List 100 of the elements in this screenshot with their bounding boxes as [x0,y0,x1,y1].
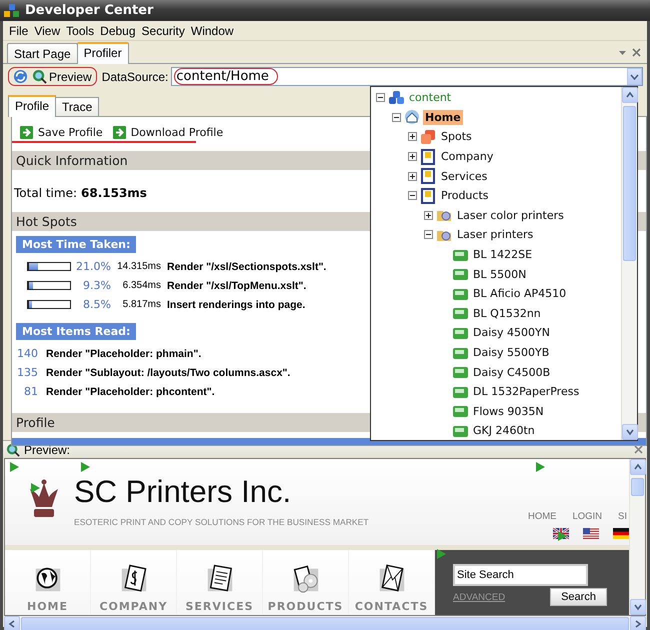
tab[interactable]: Profiler [76,42,129,64]
squares-icon [420,128,436,145]
globe-magnifier-icon [32,69,47,84]
expander-icon[interactable] [408,172,417,181]
globe-magnifier-icon [6,442,20,456]
scroll-up-button[interactable] [622,87,638,103]
scrollbar-thumb[interactable] [623,106,636,261]
marker-icon [81,462,90,472]
marker-icon [536,462,545,472]
company-name: SC Printers Inc. [74,475,292,509]
action-link[interactable]: Download Profile [112,126,224,139]
site-link[interactable]: HOME [528,511,556,522]
expander-icon[interactable] [424,230,433,240]
description-text: Render "Sublayout: /layouts/Two columns.ascx". [46,366,290,378]
tree-item[interactable]: Services [439,168,490,184]
percent-text: 8.5% [82,298,111,311]
marker-icon [31,483,40,493]
window-title: Developer Center [25,3,154,18]
scroll-down-button[interactable] [622,424,638,440]
house-icon [404,109,420,126]
page-icon [420,148,436,165]
time-text: 14.315ms [116,261,161,272]
tree-item[interactable]: Daisy 4500YN [471,325,552,340]
tree-item[interactable]: Products [439,188,490,204]
expander-icon[interactable] [408,191,417,200]
panel-title: Preview: [24,442,70,456]
dropdown-button[interactable] [627,68,642,85]
scrollbar[interactable] [629,459,645,615]
tree-item[interactable]: Daisy C4500B [471,364,552,380]
marker-icon [10,462,19,472]
total-time-value: 68.153ms [81,186,147,200]
description-text: Render "Placeholder: phmain". [46,348,202,360]
cubes-icon [4,4,20,18]
tree-item[interactable]: BL Q1532nn [471,306,543,321]
site-link[interactable]: SI [618,511,627,522]
tree-item[interactable]: Company [439,149,496,164]
cubes-icon [388,90,404,106]
search-field[interactable]: Site Search [453,564,588,586]
marker-icon [437,549,446,559]
menu-item[interactable]: Debug [97,24,139,38]
tab[interactable]: Profile [8,95,56,117]
tree-item[interactable]: BL 1422SE [471,247,534,262]
description-text: Render "/xsl/TopMenu.xslt". [167,280,306,292]
count-text: 135 [16,366,38,379]
expander-icon[interactable] [424,210,433,220]
search-button[interactable]: Search [550,588,607,606]
scrollbar[interactable] [621,87,637,440]
subsection-header: Most Time Taken: [16,236,136,253]
menu-item[interactable]: Security [138,24,188,38]
scroll-right-button[interactable] [630,616,646,630]
tree-item[interactable]: BL 5500N [471,266,528,282]
tab[interactable]: Trace [55,97,100,116]
page-icon [420,188,436,204]
tree-item[interactable]: Home [423,110,463,125]
tree-item[interactable]: Daisy 5500YB [471,345,552,360]
menu-item[interactable]: Window [188,24,237,38]
count-text: 81 [23,385,38,398]
page-icon [420,168,436,184]
tagline: ESOTERIC PRINT AND COPY SOLUTIONS FOR THE BUSINESS MARKET [74,517,369,527]
flag-icon[interactable] [583,528,599,539]
percent-text: 21.0% [75,260,111,273]
menu-item[interactable]: File [6,24,32,38]
refresh-icon [13,69,28,84]
total-time-label: Total time: [14,186,77,200]
action-link[interactable]: Save Profile [20,126,103,139]
expander-icon[interactable] [408,132,417,142]
scrollbar-thumb[interactable] [631,478,644,496]
scroll-left-button[interactable] [4,616,20,630]
tree-item[interactable]: BL Aficio AP4510 [471,286,568,302]
percent-text: 9.3% [82,279,111,292]
expander-icon[interactable] [376,93,385,102]
count-text: 140 [16,347,38,360]
scroll-up-button[interactable] [630,459,646,475]
tree-item[interactable]: Spots [439,129,474,144]
expander-icon[interactable] [392,112,401,122]
flag-icon[interactable] [613,528,629,539]
datasource-label: DataSource: [102,70,168,84]
time-text: 5.817ms [122,299,161,310]
tree-item[interactable]: content [407,90,454,106]
menu-item[interactable]: View [31,24,64,38]
marker-icon [558,531,567,541]
subsection-header: Most Items Read: [16,323,136,340]
close-icon[interactable] [634,445,643,454]
site-link[interactable]: LOGIN [572,511,602,522]
tab[interactable]: Start Page [7,43,78,63]
caret-icon [630,74,639,80]
menu-item[interactable]: Tools [63,24,98,38]
description-text: Render "/xsl/Sectionspots.xslt". [167,260,326,272]
description-text: Render "Placeholder: phcontent". [46,386,215,398]
refresh-button[interactable] [12,69,29,84]
expander-icon[interactable] [408,152,417,162]
arrow-square-icon [20,126,33,139]
crown-logo-icon [27,479,61,519]
scroll-down-button[interactable] [630,599,646,615]
arrow-square-icon [112,126,126,139]
datasource-field[interactable]: content/Home [171,67,643,86]
preview-button[interactable]: Preview [31,69,93,84]
close-icon[interactable] [632,48,641,56]
time-text: 6.354ms [122,280,161,291]
tree-item[interactable]: DL 1532PaperPress [471,384,582,400]
